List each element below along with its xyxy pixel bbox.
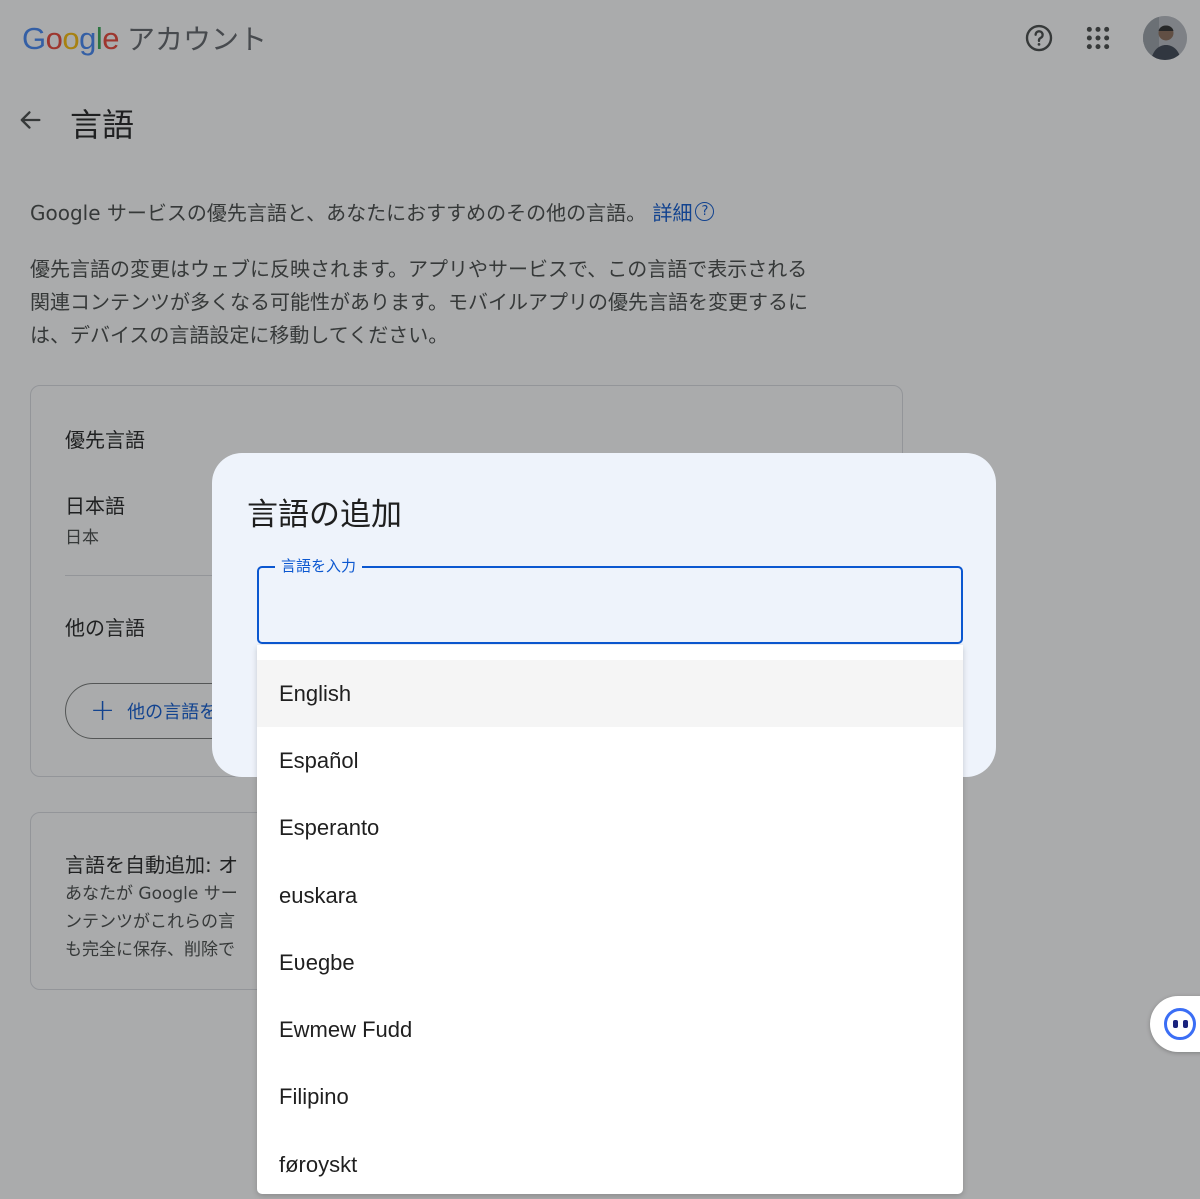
language-option[interactable]: Filipino [257, 1064, 963, 1131]
language-option[interactable]: Esperanto [257, 795, 963, 862]
language-option[interactable]: Eʋegbe [257, 929, 963, 996]
language-search-input[interactable] [273, 588, 943, 622]
language-input-field[interactable]: 言語を入力 [257, 556, 963, 644]
dialog-title: 言語の追加 [247, 497, 402, 533]
assistant-eye-left [1172, 1020, 1178, 1028]
assistant-eye-right [1182, 1020, 1188, 1028]
language-option[interactable]: Español [257, 727, 963, 794]
language-suggestion-list: English Español Esperanto euskara Eʋegbe Ewme… [257, 645, 963, 1194]
language-option[interactable]: Ewmew Fudd [257, 996, 963, 1063]
language-input-label: 言語を入力 [275, 556, 363, 576]
language-option[interactable]: føroyskt [257, 1131, 963, 1194]
assistant-widget[interactable] [1150, 996, 1200, 1052]
language-option[interactable]: euskara [257, 862, 963, 929]
language-option[interactable]: English [257, 660, 963, 728]
assistant-face-icon [1164, 1008, 1196, 1040]
